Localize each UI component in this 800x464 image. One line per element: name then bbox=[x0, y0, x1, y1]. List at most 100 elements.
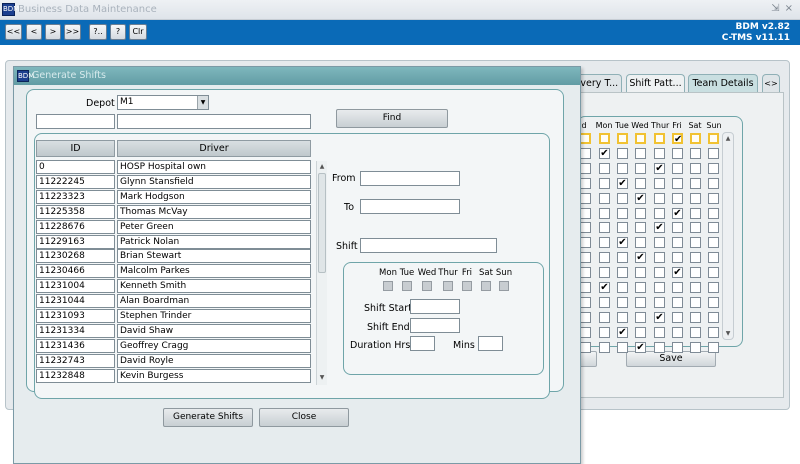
driver-name-cell[interactable]: Mark Hodgson bbox=[117, 189, 311, 204]
grid-day-checkbox[interactable] bbox=[672, 237, 683, 249]
day-checkbox-sun[interactable] bbox=[499, 281, 509, 291]
grid-day-checkbox[interactable] bbox=[672, 282, 683, 293]
grid-day-checkbox[interactable] bbox=[708, 222, 719, 234]
driver-name-cell[interactable]: Glynn Stansfield bbox=[117, 174, 311, 189]
grid-day-checkbox[interactable] bbox=[599, 296, 610, 308]
grid-day-checkbox[interactable] bbox=[599, 207, 610, 219]
grid-day-checkbox[interactable] bbox=[635, 147, 646, 159]
driver-id-cell[interactable]: 11231004 bbox=[36, 279, 115, 294]
driver-list-scrollbar[interactable]: ▲ ▼ bbox=[316, 161, 327, 385]
grid-day-checkbox[interactable]: ✔ bbox=[672, 133, 683, 145]
grid-day-checkbox[interactable] bbox=[635, 282, 646, 293]
grid-day-checkbox[interactable] bbox=[672, 341, 683, 353]
grid-day-checkbox[interactable] bbox=[617, 267, 628, 279]
grid-day-checkbox[interactable] bbox=[617, 311, 628, 323]
list-scroll-down-icon[interactable]: ▼ bbox=[317, 373, 327, 383]
grid-day-checkbox[interactable]: ✔ bbox=[635, 192, 646, 204]
driver-id-cell[interactable]: 11225358 bbox=[36, 204, 115, 219]
grid-day-checkbox[interactable] bbox=[654, 237, 665, 249]
last-record-button[interactable]: >> bbox=[64, 24, 81, 40]
driver-name-cell[interactable]: Brian Stewart bbox=[117, 249, 311, 264]
first-record-button[interactable]: << bbox=[5, 24, 22, 40]
save-button[interactable]: Save bbox=[626, 351, 716, 367]
grid-day-checkbox[interactable] bbox=[635, 207, 646, 219]
depot-select[interactable]: M1 bbox=[117, 95, 209, 110]
query-list-button[interactable]: ?.. bbox=[89, 24, 107, 40]
grid-day-checkbox[interactable] bbox=[635, 311, 646, 323]
grid-day-checkbox[interactable] bbox=[635, 177, 646, 189]
grid-day-checkbox[interactable] bbox=[617, 282, 628, 293]
grid-day-checkbox[interactable] bbox=[690, 147, 701, 159]
grid-day-checkbox[interactable] bbox=[617, 296, 628, 308]
grid-day-checkbox[interactable] bbox=[708, 162, 719, 174]
grid-day-checkbox[interactable] bbox=[617, 162, 628, 174]
grid-day-checkbox[interactable] bbox=[708, 147, 719, 159]
grid-day-checkbox[interactable] bbox=[708, 326, 719, 338]
grid-day-checkbox[interactable]: ✔ bbox=[654, 162, 665, 174]
dialog-titlebar[interactable]: BDM Generate Shifts bbox=[14, 67, 580, 85]
driver-name-cell[interactable]: Kenneth Smith bbox=[117, 279, 311, 294]
driver-search-input[interactable] bbox=[117, 114, 311, 129]
grid-day-checkbox[interactable] bbox=[617, 252, 628, 264]
grid-day-checkbox[interactable] bbox=[617, 341, 628, 353]
grid-day-checkbox[interactable] bbox=[690, 341, 701, 353]
driver-id-cell[interactable]: 11231436 bbox=[36, 338, 115, 353]
grid-day-checkbox[interactable] bbox=[690, 222, 701, 234]
grid-day-checkbox[interactable] bbox=[654, 267, 665, 279]
grid-day-checkbox[interactable] bbox=[635, 222, 646, 234]
grid-day-checkbox[interactable] bbox=[635, 267, 646, 279]
grid-day-checkbox[interactable]: ✔ bbox=[654, 311, 665, 323]
driver-id-cell[interactable]: 11230268 bbox=[36, 249, 115, 264]
grid-day-checkbox[interactable] bbox=[672, 296, 683, 308]
grid-day-checkbox[interactable] bbox=[635, 237, 646, 249]
grid-day-checkbox[interactable] bbox=[599, 267, 610, 279]
grid-day-checkbox[interactable]: ✔ bbox=[617, 177, 628, 189]
grid-day-checkbox[interactable] bbox=[617, 192, 628, 204]
driver-name-cell[interactable]: Thomas McVay bbox=[117, 204, 311, 219]
duration-hrs-input[interactable] bbox=[410, 336, 435, 351]
driver-name-cell[interactable]: David Shaw bbox=[117, 323, 311, 338]
find-button[interactable]: Find bbox=[336, 109, 448, 128]
driver-name-cell[interactable]: Malcolm Parkes bbox=[117, 264, 311, 279]
driver-id-cell[interactable]: 11232848 bbox=[36, 368, 115, 383]
id-search-input[interactable] bbox=[36, 114, 115, 129]
grid-day-checkbox[interactable] bbox=[690, 162, 701, 174]
grid-day-checkbox[interactable] bbox=[708, 237, 719, 249]
day-checkbox-tue[interactable] bbox=[402, 281, 412, 291]
grid-day-checkbox[interactable] bbox=[690, 133, 701, 144]
list-scroll-thumb[interactable] bbox=[318, 173, 326, 273]
grid-day-checkbox[interactable] bbox=[599, 177, 610, 189]
grid-day-checkbox[interactable] bbox=[690, 252, 701, 264]
grid-day-checkbox[interactable] bbox=[708, 311, 719, 323]
grid-day-checkbox[interactable]: ✔ bbox=[635, 341, 646, 353]
grid-day-checkbox[interactable] bbox=[690, 177, 701, 189]
grid-day-checkbox[interactable] bbox=[599, 222, 610, 234]
grid-day-checkbox[interactable] bbox=[672, 147, 683, 159]
grid-day-checkbox[interactable] bbox=[654, 252, 665, 264]
grid-day-checkbox[interactable] bbox=[654, 147, 665, 159]
grid-day-checkbox[interactable] bbox=[708, 133, 719, 144]
grid-day-checkbox[interactable] bbox=[654, 341, 665, 353]
grid-day-checkbox[interactable] bbox=[617, 147, 628, 159]
grid-day-checkbox[interactable] bbox=[708, 177, 719, 189]
grid-day-checkbox[interactable] bbox=[635, 326, 646, 338]
grid-scrollbar[interactable]: ▲ ▼ bbox=[722, 132, 734, 340]
day-checkbox-sat[interactable] bbox=[481, 281, 491, 291]
grid-day-checkbox[interactable] bbox=[617, 207, 628, 219]
tab-scroll-arrows[interactable]: <> bbox=[762, 74, 780, 93]
shift-start-input[interactable] bbox=[410, 299, 460, 314]
driver-name-cell[interactable]: HOSP Hospital own bbox=[117, 160, 311, 174]
grid-day-checkbox[interactable] bbox=[599, 311, 610, 323]
grid-day-checkbox[interactable] bbox=[654, 326, 665, 338]
day-checkbox-thur[interactable] bbox=[443, 281, 453, 291]
driver-name-cell[interactable]: Kevin Burgess bbox=[117, 368, 311, 383]
grid-day-checkbox[interactable] bbox=[672, 192, 683, 204]
grid-day-checkbox[interactable] bbox=[690, 237, 701, 249]
grid-day-checkbox[interactable] bbox=[599, 162, 610, 174]
grid-day-checkbox[interactable] bbox=[672, 162, 683, 174]
day-checkbox-wed[interactable] bbox=[422, 281, 432, 291]
grid-day-checkbox[interactable] bbox=[708, 267, 719, 279]
grid-day-checkbox[interactable] bbox=[708, 341, 719, 353]
grid-day-checkbox[interactable]: ✔ bbox=[635, 252, 646, 264]
driver-id-cell[interactable]: 0 bbox=[36, 160, 115, 174]
